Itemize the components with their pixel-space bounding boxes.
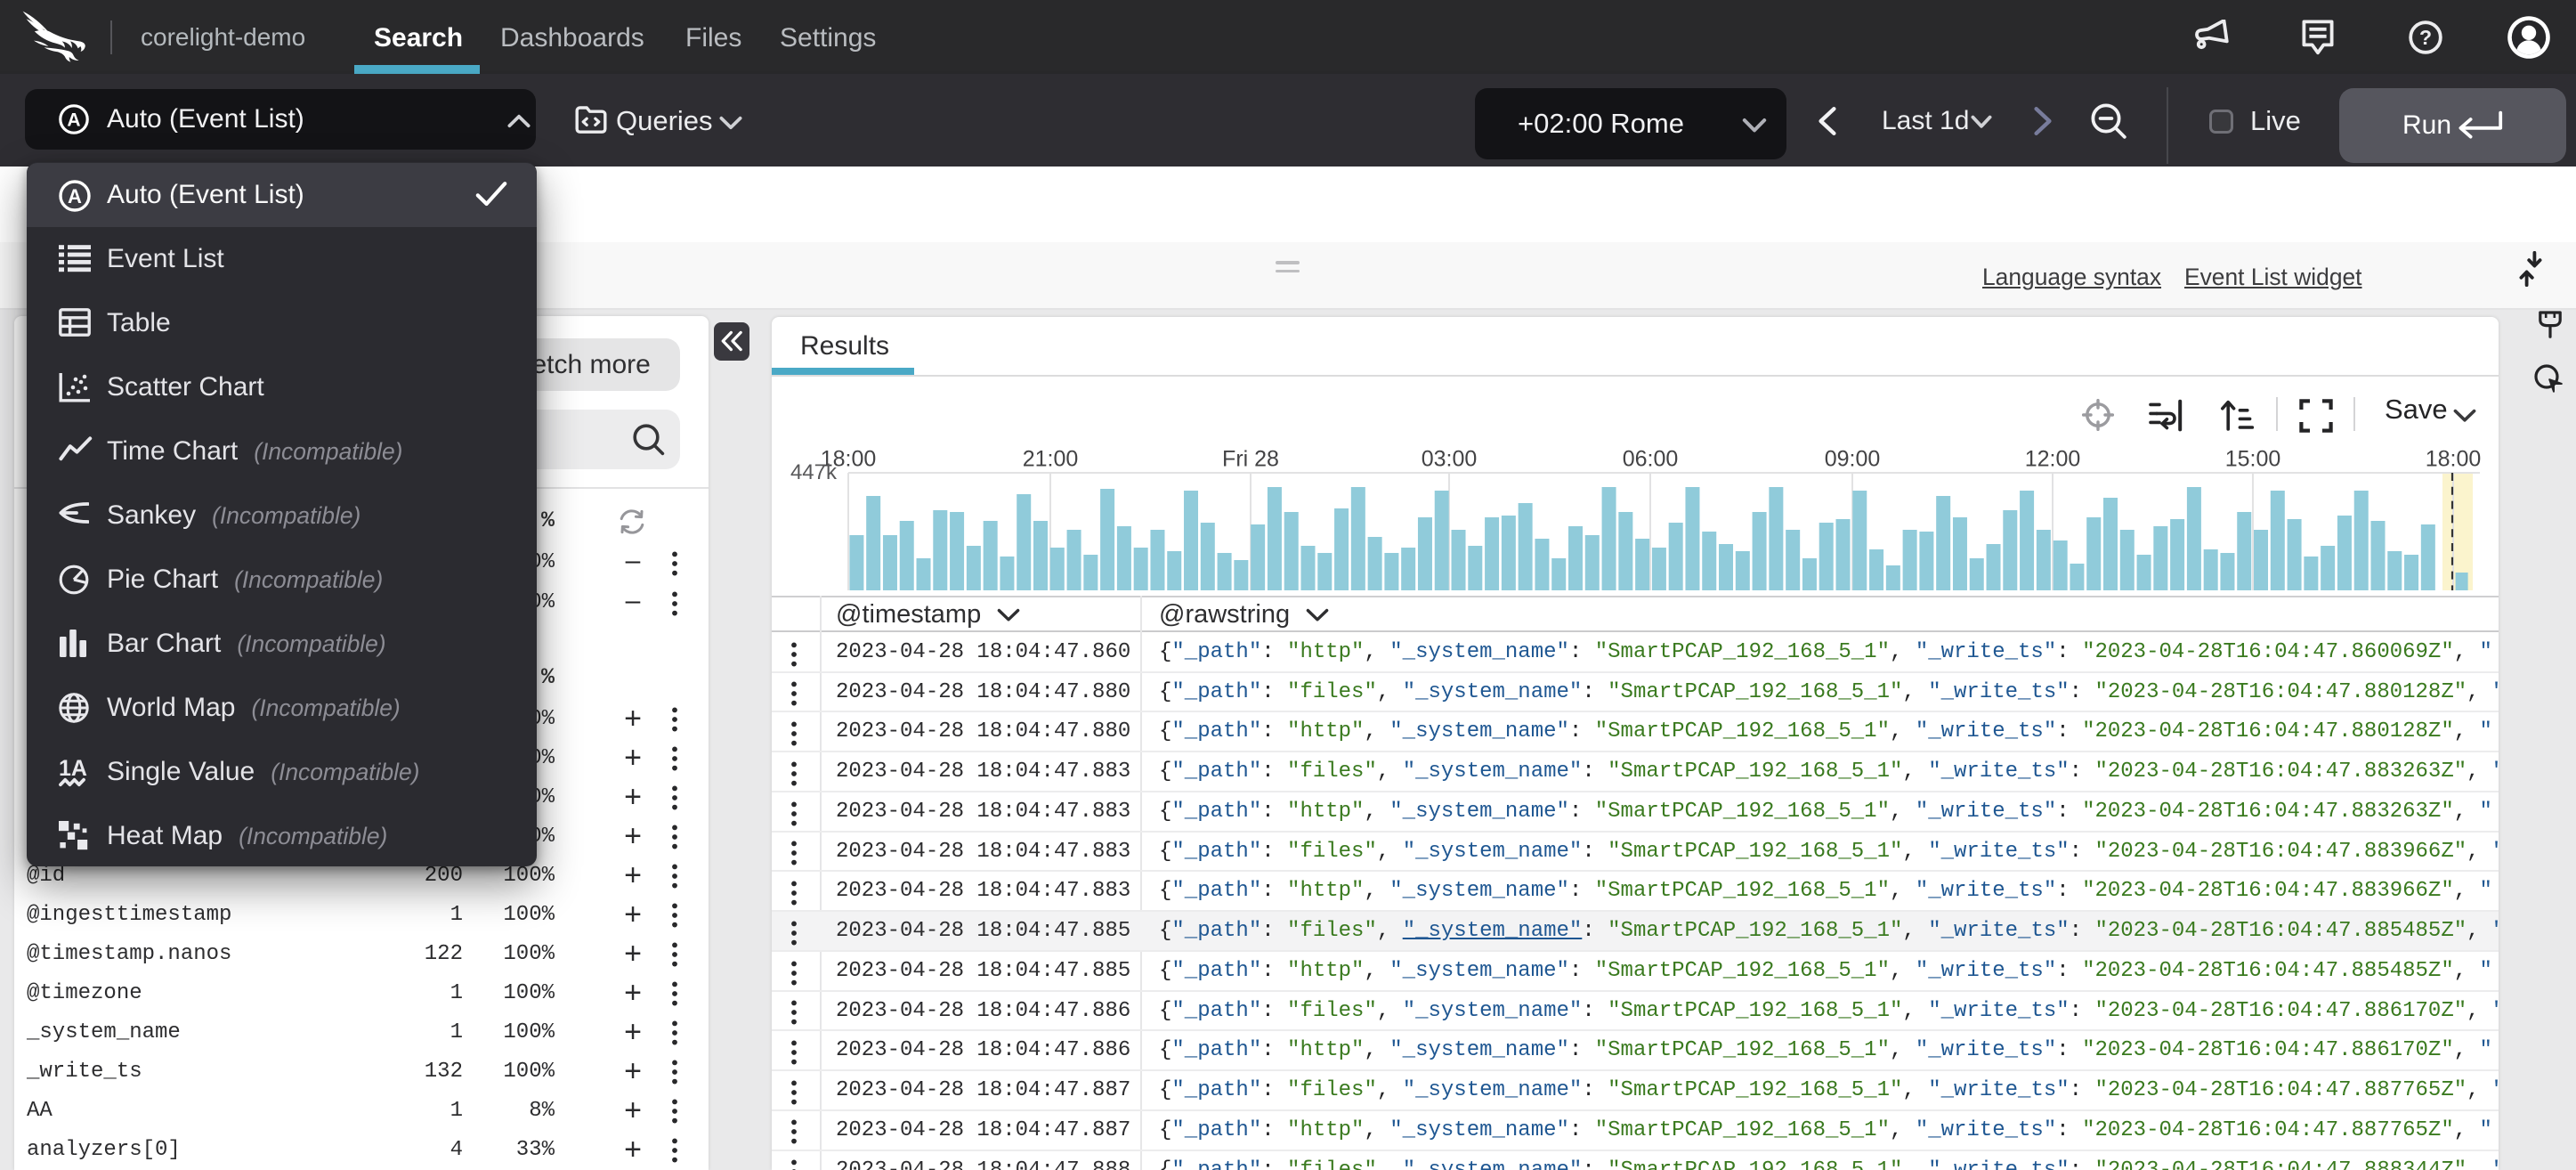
svg-text:15:00: 15:00 (2225, 446, 2281, 471)
svg-text:12:00: 12:00 (2025, 446, 2081, 471)
svg-text:06:00: 06:00 (1623, 446, 1679, 471)
svg-text:18:00: 18:00 (2426, 446, 2482, 471)
svg-text:09:00: 09:00 (1825, 446, 1881, 471)
svg-text:A: A (68, 185, 82, 207)
svg-text:1A: 1A (59, 757, 87, 781)
svg-text:03:00: 03:00 (1422, 446, 1478, 471)
svg-text:447k: 447k (790, 460, 838, 484)
svg-text:21:00: 21:00 (1023, 446, 1079, 471)
svg-text:?: ? (2419, 26, 2432, 49)
svg-text:Fri 28: Fri 28 (1222, 446, 1279, 471)
svg-text:A: A (67, 110, 80, 131)
